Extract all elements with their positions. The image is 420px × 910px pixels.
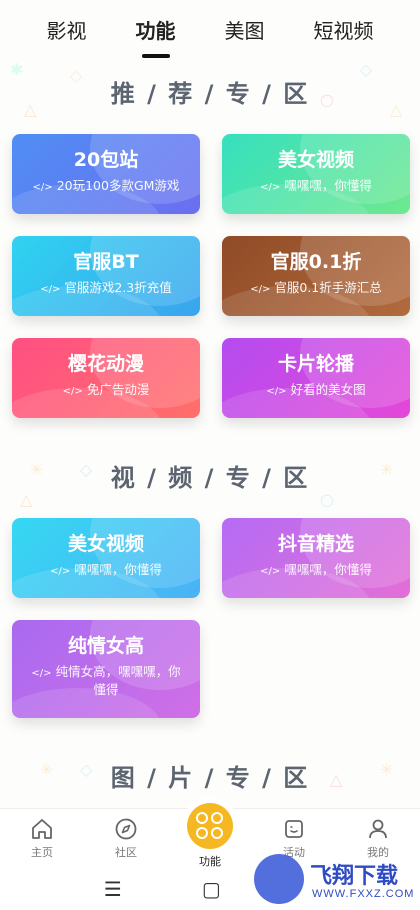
card-beauty-video[interactable]: 美女视频 </> 嘿嘿嘿，你懂得 [222,134,410,214]
user-icon [369,819,387,839]
card-subtitle: </> 嘿嘿嘿，你懂得 [260,178,372,193]
card-title: 官服0.1折 [270,251,362,273]
compass-icon [115,818,137,840]
section-title-video: 视 / 频 / 专 / 区 [110,464,310,492]
card-subtitle: </> 嘿嘿嘿，你懂得 [260,562,372,577]
card-official-bt[interactable]: 官服BT </> 官服游戏2.3折充值 [12,236,200,316]
nav-home[interactable]: 主页 [7,809,77,860]
card-title: 樱花动漫 [67,353,144,375]
card-subtitle: </> 嘿嘿嘿，你懂得 [50,562,162,577]
menu-icon[interactable]: ☰ [104,877,122,901]
home-icon [32,819,52,839]
card-title: 美女视频 [67,533,144,555]
code-icon: </> [40,284,61,295]
card-subtitle: </> 20玩100多款GM游戏 [32,178,180,193]
card-carousel[interactable]: 卡片轮播 </> 好看的美女图 [222,338,410,418]
nav-features[interactable]: 功能 [175,803,245,869]
code-icon: </> [260,566,281,577]
code-icon: </> [50,566,71,577]
watermark-icon [254,854,304,904]
card-title: 纯情女高 [67,635,144,657]
card-official-discount[interactable]: 官服0.1折 </> 官服0.1折手游汇总 [222,236,410,316]
card-douyin-picks[interactable]: 抖音精选 </> 嘿嘿嘿，你懂得 [222,518,410,598]
card-subtitle: </> 纯情女高，嘿嘿嘿，你懂得 [31,664,181,697]
card-sakura-anime[interactable]: 樱花动漫 </> 免广告动漫 [12,338,200,418]
card-subtitle: </> 官服0.1折手游汇总 [250,280,382,295]
nav-label: 社区 [115,846,137,859]
nav-label: 主页 [31,846,53,859]
card-subtitle: </> 官服游戏2.3折充值 [40,280,172,295]
code-icon: </> [250,284,271,295]
card-title: 美女视频 [277,149,354,171]
card-title: 20包站 [73,149,139,171]
watermark-logo: 飞翔下载 WWW.FXXZ.COM [250,850,420,910]
watermark-name: 飞翔下载 [310,863,399,888]
section-title-recommended: 推 / 荐 / 专 / 区 [110,80,310,108]
watermark-url: WWW.FXXZ.COM [312,888,415,900]
code-icon: </> [62,386,83,397]
card-pure-girl[interactable]: 纯情女高 </> 纯情女高，嘿嘿嘿，你懂得 [12,620,200,718]
section-title-pictures: 图 / 片 / 专 / 区 [110,764,310,792]
code-icon: </> [266,386,287,397]
code-icon: </> [32,182,53,193]
activity-icon [285,820,303,838]
grid-icon [187,803,233,849]
card-beauty-video-2[interactable]: 美女视频 </> 嘿嘿嘿，你懂得 [12,518,200,598]
tab-movies[interactable]: 影视 [43,9,91,50]
card-subtitle: </> 免广告动漫 [62,382,150,397]
tab-features[interactable]: 功能 [132,9,180,58]
card-title: 官服BT [73,251,139,273]
card-20-bao-zhan[interactable]: 20包站 </> 20玩100多款GM游戏 [12,134,200,214]
tab-pictures[interactable]: 美图 [221,9,269,50]
home-button-icon[interactable]: ▢ [202,877,221,901]
top-tab-bar: 影视 功能 美图 短视频 [0,0,420,58]
code-icon: </> [260,182,281,193]
code-icon: </> [31,668,52,679]
card-subtitle: </> 好看的美女图 [266,382,366,397]
tab-short-videos[interactable]: 短视频 [310,9,378,50]
card-title: 抖音精选 [277,533,354,555]
card-title: 卡片轮播 [277,353,354,375]
nav-community[interactable]: 社区 [91,809,161,860]
nav-label: 功能 [199,855,221,868]
